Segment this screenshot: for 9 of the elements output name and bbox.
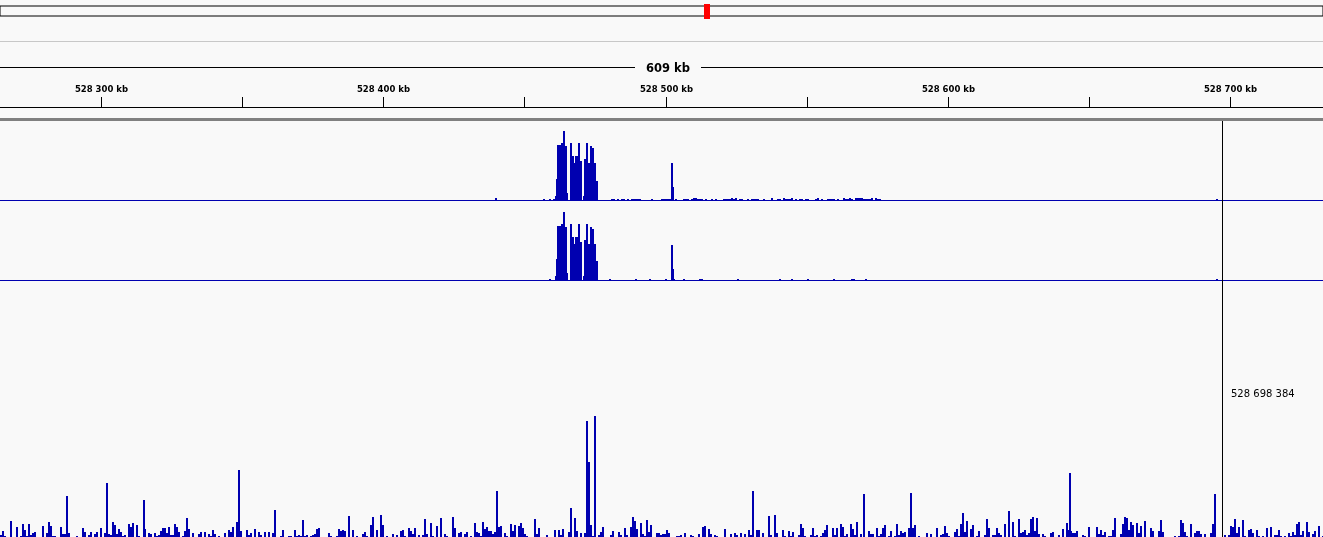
tick-label: 528 500 kb xyxy=(639,84,694,94)
tick-label: 528 400 kb xyxy=(356,84,411,94)
chromosome-ideogram[interactable] xyxy=(0,5,1323,17)
cursor-position-label: 528 698 384 xyxy=(1231,388,1295,399)
span-label: 609 kb xyxy=(646,61,690,75)
tick-label: 528 300 kb xyxy=(74,84,129,94)
tick-label: 528 600 kb xyxy=(921,84,976,94)
region-marker[interactable] xyxy=(704,4,710,19)
tick-label: 528 700 kb xyxy=(1203,84,1258,94)
